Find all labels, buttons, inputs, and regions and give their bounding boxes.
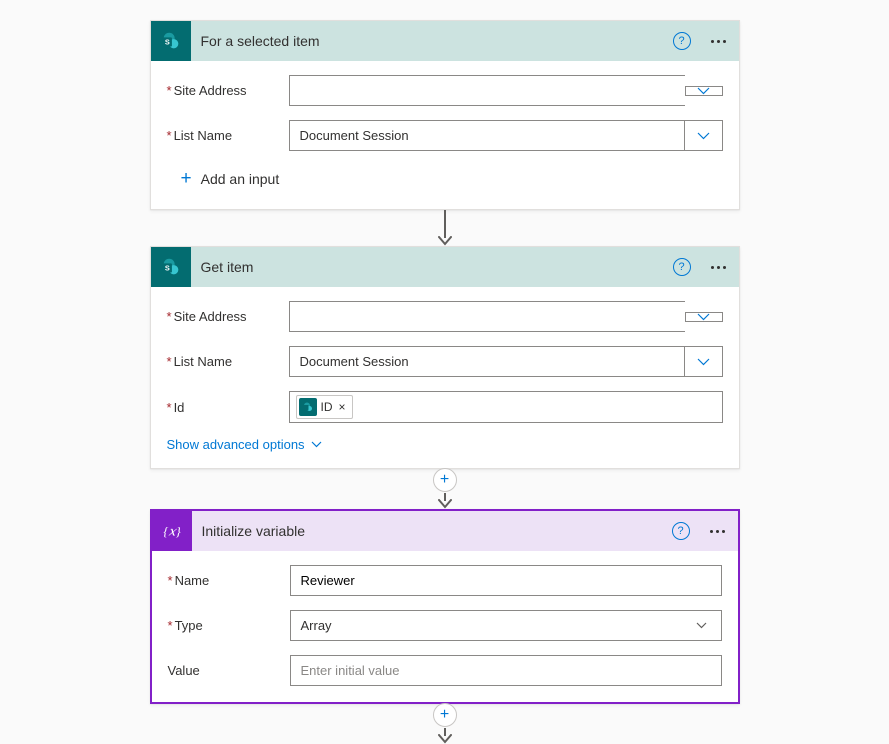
list-name-input[interactable]: Document Session [289, 120, 723, 151]
id-input[interactable]: ID × [289, 391, 723, 423]
more-icon[interactable] [705, 266, 733, 269]
var-value-input[interactable] [290, 655, 722, 686]
sharepoint-icon: S [151, 247, 191, 287]
card-body: *Name *Type Array Value [152, 551, 738, 702]
flow-arrow [438, 210, 452, 246]
token-remove-icon[interactable]: × [337, 400, 348, 414]
help-icon[interactable]: ? [672, 522, 690, 540]
var-name-input[interactable] [290, 565, 722, 596]
site-address-input[interactable] [289, 301, 685, 332]
help-icon[interactable]: ? [673, 258, 691, 276]
help-icon[interactable]: ? [673, 32, 691, 50]
card-body: *Site Address *List Name Document Sessio… [151, 61, 739, 209]
action-card-get-item: S Get item ? *Site Address *List Name Do… [150, 246, 740, 469]
add-step-button[interactable]: + [433, 468, 457, 492]
site-address-input[interactable] [289, 75, 685, 106]
action-card-initialize-variable: {𝑥} Initialize variable ? *Name *Type Ar… [150, 509, 740, 704]
list-name-label: *List Name [167, 128, 289, 143]
svg-text:S: S [164, 38, 169, 47]
list-name-input[interactable]: Document Session [289, 346, 723, 377]
variable-icon: {𝑥} [152, 511, 192, 551]
card-title: For a selected item [191, 33, 673, 49]
var-type-label: *Type [168, 618, 290, 633]
flow-arrow: + [438, 704, 452, 744]
list-name-dropdown[interactable] [684, 347, 722, 376]
more-icon[interactable] [704, 530, 732, 533]
list-name-label: *List Name [167, 354, 289, 369]
id-token[interactable]: ID × [296, 395, 353, 419]
card-header[interactable]: S For a selected item ? [151, 21, 739, 61]
var-type-dropdown[interactable] [683, 611, 721, 640]
token-label: ID [321, 400, 333, 414]
svg-text:{𝑥}: {𝑥} [163, 525, 181, 539]
var-type-select[interactable]: Array [290, 610, 722, 641]
card-header[interactable]: S Get item ? [151, 247, 739, 287]
plus-icon: + [181, 168, 192, 190]
card-body: *Site Address *List Name Document Sessio… [151, 287, 739, 468]
sharepoint-token-icon [299, 398, 317, 416]
site-address-dropdown[interactable] [685, 86, 723, 96]
sharepoint-icon: S [151, 21, 191, 61]
chevron-down-icon [311, 441, 322, 448]
add-input-button[interactable]: + Add an input [167, 165, 723, 193]
var-value-label: Value [168, 663, 290, 678]
card-title: Initialize variable [192, 523, 672, 539]
show-advanced-options[interactable]: Show advanced options [167, 437, 723, 452]
var-name-label: *Name [168, 573, 290, 588]
card-title: Get item [191, 259, 673, 275]
more-icon[interactable] [705, 40, 733, 43]
card-header[interactable]: {𝑥} Initialize variable ? [152, 511, 738, 551]
site-address-label: *Site Address [167, 83, 289, 98]
flow-arrow: + [438, 469, 452, 509]
svg-text:S: S [164, 264, 169, 273]
site-address-label: *Site Address [167, 309, 289, 324]
action-card-for-selected-item: S For a selected item ? *Site Address *L… [150, 20, 740, 210]
site-address-dropdown[interactable] [685, 312, 723, 322]
add-step-button[interactable]: + [433, 703, 457, 727]
id-label: *Id [167, 400, 289, 415]
list-name-dropdown[interactable] [684, 121, 722, 150]
